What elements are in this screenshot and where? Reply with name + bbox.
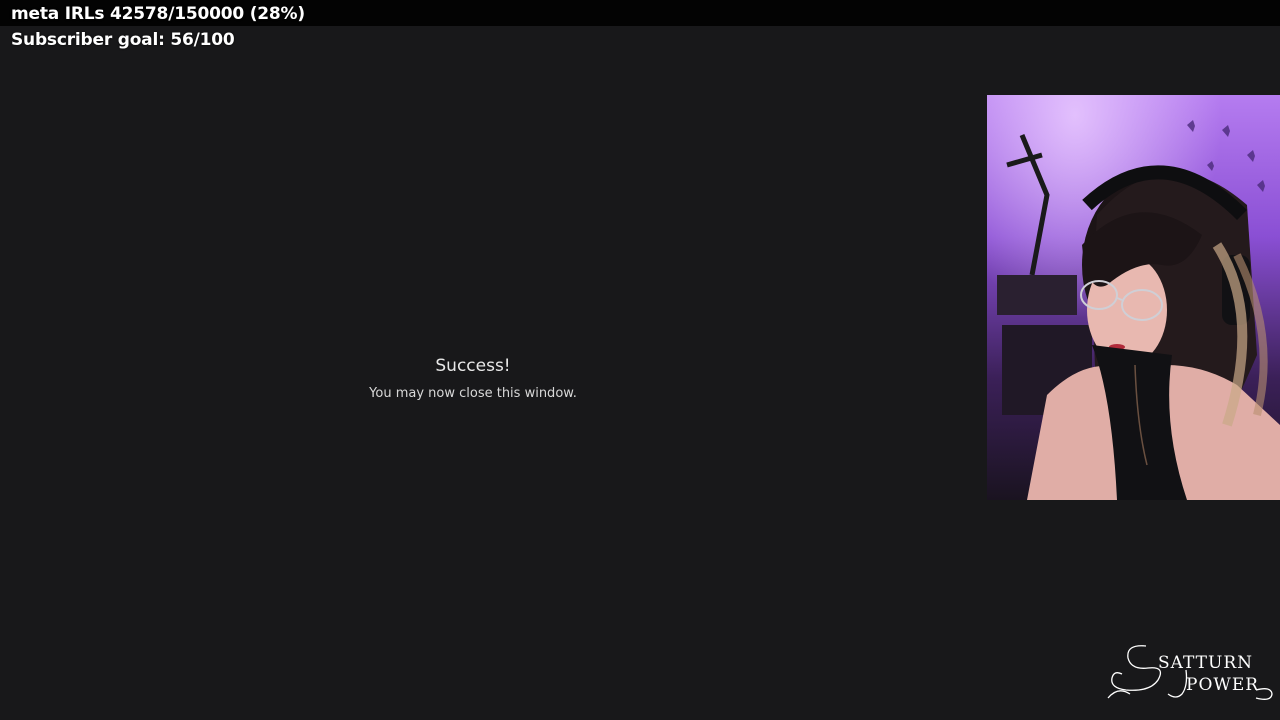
stream-canvas: meta IRLs 42578/150000 (28%) Subscriber … [0,0,1280,720]
success-message: Success! You may now close this window. [348,356,598,401]
webcam-image [987,95,1280,500]
logo-line2: POWER [1186,675,1259,695]
satturn-power-logo: SATTURN POWER [1106,640,1276,704]
success-title: Success! [435,356,511,376]
success-body: You may now close this window. [369,386,577,401]
webcam-feed [987,95,1280,500]
irl-goal-text: meta IRLs 42578/150000 (28%) [11,4,305,24]
subscriber-goal-text: Subscriber goal: 56/100 [11,30,235,50]
logo-line1: SATTURN [1158,653,1253,673]
